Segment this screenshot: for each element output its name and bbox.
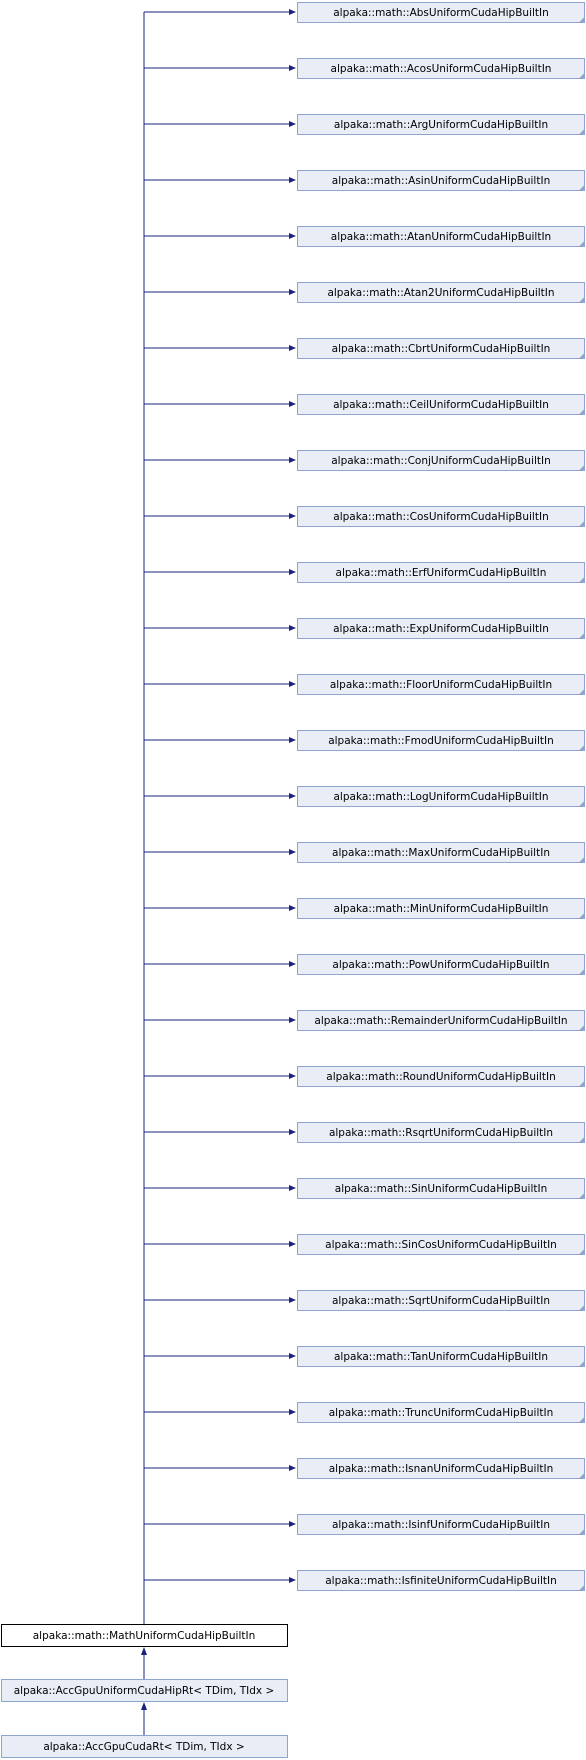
arrow-head <box>141 1647 147 1655</box>
class-node[interactable]: alpaka::math::IsfiniteUniformCudaHipBuil… <box>297 1570 585 1591</box>
class-node-label: alpaka::math::TruncUniformCudaHipBuiltIn <box>329 1407 554 1419</box>
arrow-head <box>289 1017 296 1023</box>
class-node[interactable]: alpaka::math::CbrtUniformCudaHipBuiltIn <box>297 338 585 359</box>
class-node[interactable]: alpaka::math::SinCosUniformCudaHipBuiltI… <box>297 1234 585 1255</box>
class-node-label: alpaka::math::AtanUniformCudaHipBuiltIn <box>331 231 551 243</box>
class-node-label: alpaka::math::IsfiniteUniformCudaHipBuil… <box>325 1575 557 1587</box>
arrow-head <box>289 1409 296 1415</box>
arrow-head <box>289 1073 296 1079</box>
class-node-label: alpaka::math::IsnanUniformCudaHipBuiltIn <box>329 1463 554 1475</box>
arrow-head <box>289 849 296 855</box>
class-node-label: alpaka::math::FloorUniformCudaHipBuiltIn <box>330 679 552 691</box>
class-node[interactable]: alpaka::math::MaxUniformCudaHipBuiltIn <box>297 842 585 863</box>
derived-class-label: alpaka::AccGpuUniformCudaHipRt< TDim, TI… <box>14 1685 275 1697</box>
class-node-label: alpaka::math::ConjUniformCudaHipBuiltIn <box>331 455 551 467</box>
class-node[interactable]: alpaka::math::LogUniformCudaHipBuiltIn <box>297 786 585 807</box>
arrow-head <box>289 961 296 967</box>
class-node-label: alpaka::math::LogUniformCudaHipBuiltIn <box>334 791 549 803</box>
arrow-head <box>289 1185 296 1191</box>
arrow-head <box>289 569 296 575</box>
arrow-head <box>289 1353 296 1359</box>
class-node[interactable]: alpaka::math::ArgUniformCudaHipBuiltIn <box>297 114 585 135</box>
class-node-label: alpaka::math::CosUniformCudaHipBuiltIn <box>333 511 548 523</box>
class-node[interactable]: alpaka::math::TanUniformCudaHipBuiltIn <box>297 1346 585 1367</box>
class-node-label: alpaka::math::AcosUniformCudaHipBuiltIn <box>331 63 552 75</box>
arrow-head <box>289 289 296 295</box>
class-node-label: alpaka::math::AsinUniformCudaHipBuiltIn <box>332 175 550 187</box>
class-node-label: alpaka::math::RoundUniformCudaHipBuiltIn <box>326 1071 555 1083</box>
class-node[interactable]: alpaka::math::RsqrtUniformCudaHipBuiltIn <box>297 1122 585 1143</box>
derived-class-node[interactable]: alpaka::AccGpuCudaRt< TDim, TIdx > <box>1 1735 288 1758</box>
class-node-label: alpaka::math::RsqrtUniformCudaHipBuiltIn <box>329 1127 553 1139</box>
class-node[interactable]: alpaka::math::AcosUniformCudaHipBuiltIn <box>297 58 585 79</box>
class-node[interactable]: alpaka::math::ErfUniformCudaHipBuiltIn <box>297 562 585 583</box>
class-node-label: alpaka::math::CbrtUniformCudaHipBuiltIn <box>332 343 551 355</box>
class-node-label: alpaka::math::MaxUniformCudaHipBuiltIn <box>332 847 550 859</box>
class-node[interactable]: alpaka::math::SqrtUniformCudaHipBuiltIn <box>297 1290 585 1311</box>
arrow-head <box>289 681 296 687</box>
class-node-label: alpaka::math::ArgUniformCudaHipBuiltIn <box>334 119 548 131</box>
arrow-head <box>289 401 296 407</box>
class-node[interactable]: alpaka::math::AtanUniformCudaHipBuiltIn <box>297 226 585 247</box>
class-node-label: alpaka::math::IsinfUniformCudaHipBuiltIn <box>332 1519 550 1531</box>
arrow-head <box>289 9 296 15</box>
class-node[interactable]: alpaka::math::IsinfUniformCudaHipBuiltIn <box>297 1514 585 1535</box>
arrow-head <box>141 1702 147 1710</box>
arrow-head <box>289 65 296 71</box>
class-node[interactable]: alpaka::math::SinUniformCudaHipBuiltIn <box>297 1178 585 1199</box>
arrow-head <box>289 1297 296 1303</box>
inheritance-diagram: alpaka::math::AbsUniformCudaHipBuiltInal… <box>1 2 585 1758</box>
arrow-head <box>289 513 296 519</box>
arrow-head <box>289 1577 296 1583</box>
class-node-label: alpaka::math::SinCosUniformCudaHipBuiltI… <box>325 1239 557 1251</box>
class-node[interactable]: alpaka::math::AbsUniformCudaHipBuiltIn <box>297 2 585 23</box>
class-node-label: alpaka::math::AbsUniformCudaHipBuiltIn <box>333 7 549 19</box>
class-node[interactable]: alpaka::math::PowUniformCudaHipBuiltIn <box>297 954 585 975</box>
arrow-head <box>289 177 296 183</box>
class-node[interactable]: alpaka::math::RoundUniformCudaHipBuiltIn <box>297 1066 585 1087</box>
class-node[interactable]: alpaka::math::Atan2UniformCudaHipBuiltIn <box>297 282 585 303</box>
arrow-head <box>289 793 296 799</box>
class-node[interactable]: alpaka::math::FmodUniformCudaHipBuiltIn <box>297 730 585 751</box>
class-node[interactable]: alpaka::math::CosUniformCudaHipBuiltIn <box>297 506 585 527</box>
class-node[interactable]: alpaka::math::AsinUniformCudaHipBuiltIn <box>297 170 585 191</box>
class-node-label: alpaka::math::FmodUniformCudaHipBuiltIn <box>328 735 554 747</box>
arrow-head <box>289 233 296 239</box>
class-node[interactable]: alpaka::math::IsnanUniformCudaHipBuiltIn <box>297 1458 585 1479</box>
class-node-label: alpaka::math::MinUniformCudaHipBuiltIn <box>334 903 549 915</box>
class-node[interactable]: alpaka::math::ConjUniformCudaHipBuiltIn <box>297 450 585 471</box>
class-node-label: alpaka::math::CeilUniformCudaHipBuiltIn <box>333 399 549 411</box>
arrow-head <box>289 905 296 911</box>
class-node[interactable]: alpaka::math::FloorUniformCudaHipBuiltIn <box>297 674 585 695</box>
arrow-head <box>289 1521 296 1527</box>
derived-class-label: alpaka::AccGpuCudaRt< TDim, TIdx > <box>43 1741 244 1753</box>
class-node-label: alpaka::math::Atan2UniformCudaHipBuiltIn <box>327 287 554 299</box>
class-node[interactable]: alpaka::math::RemainderUniformCudaHipBui… <box>297 1010 585 1031</box>
class-node-label: alpaka::math::RemainderUniformCudaHipBui… <box>314 1015 567 1027</box>
main-class-label: alpaka::math::MathUniformCudaHipBuiltIn <box>33 1630 256 1642</box>
arrow-head <box>289 737 296 743</box>
class-node-label: alpaka::math::SinUniformCudaHipBuiltIn <box>335 1183 547 1195</box>
arrow-head <box>289 1129 296 1135</box>
arrow-head <box>289 1465 296 1471</box>
main-class-node[interactable]: alpaka::math::MathUniformCudaHipBuiltIn <box>1 1624 288 1647</box>
class-node[interactable]: alpaka::math::CeilUniformCudaHipBuiltIn <box>297 394 585 415</box>
arrow-head <box>289 625 296 631</box>
arrow-head <box>289 1241 296 1247</box>
class-node[interactable]: alpaka::math::MinUniformCudaHipBuiltIn <box>297 898 585 919</box>
arrow-head <box>289 345 296 351</box>
class-node-label: alpaka::math::ExpUniformCudaHipBuiltIn <box>333 623 549 635</box>
derived-class-node[interactable]: alpaka::AccGpuUniformCudaHipRt< TDim, TI… <box>1 1679 288 1702</box>
class-node-label: alpaka::math::SqrtUniformCudaHipBuiltIn <box>332 1295 550 1307</box>
class-node[interactable]: alpaka::math::ExpUniformCudaHipBuiltIn <box>297 618 585 639</box>
arrow-head <box>289 121 296 127</box>
class-node-label: alpaka::math::TanUniformCudaHipBuiltIn <box>334 1351 548 1363</box>
class-node-label: alpaka::math::ErfUniformCudaHipBuiltIn <box>336 567 547 579</box>
class-node-label: alpaka::math::PowUniformCudaHipBuiltIn <box>332 959 549 971</box>
class-node[interactable]: alpaka::math::TruncUniformCudaHipBuiltIn <box>297 1402 585 1423</box>
arrow-head <box>289 457 296 463</box>
